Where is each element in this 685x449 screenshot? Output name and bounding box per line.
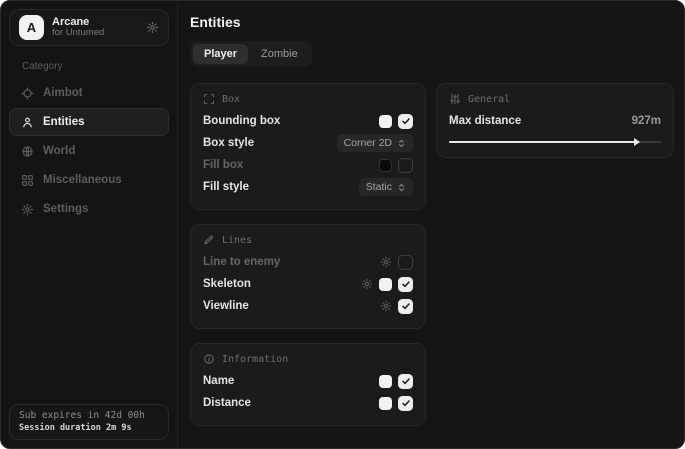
- tab-zombie[interactable]: Zombie: [250, 44, 309, 64]
- color-swatch[interactable]: [379, 375, 392, 388]
- row-settings-gear-icon[interactable]: [380, 256, 392, 268]
- subscription-info-card: Sub expires in 42d 00h Session duration …: [9, 404, 169, 440]
- session-duration-text: Session duration 2m 9s: [19, 423, 159, 433]
- setting-label: Name: [203, 375, 234, 387]
- section-title: Lines: [222, 235, 252, 246]
- general-section-card: General Max distance 927m: [436, 83, 674, 158]
- section-title: General: [468, 94, 510, 105]
- setting-label: Max distance: [449, 115, 521, 127]
- sidebar-item-world[interactable]: World: [9, 137, 169, 165]
- box-section-card: Box Bounding box Box style: [190, 83, 426, 210]
- settings-gear-icon[interactable]: [146, 21, 159, 34]
- sidebar-item-label: World: [43, 145, 75, 157]
- app-subtitle: for Untumed: [52, 28, 104, 39]
- setting-label: Box style: [203, 137, 254, 149]
- row-settings-gear-icon[interactable]: [361, 278, 373, 290]
- sidebar-item-miscellaneous[interactable]: Miscellaneous: [9, 166, 169, 194]
- setting-label: Fill style: [203, 181, 249, 193]
- color-swatch[interactable]: [379, 159, 392, 172]
- page-title: Entities: [190, 14, 674, 30]
- app-logo: A: [19, 15, 44, 40]
- slider-thumb[interactable]: [634, 138, 640, 146]
- checkbox-checked[interactable]: [398, 374, 413, 389]
- setting-label: Bounding box: [203, 115, 280, 127]
- chevrons-up-down-icon: [397, 139, 406, 148]
- section-title: Box: [222, 94, 240, 105]
- row-settings-gear-icon[interactable]: [380, 300, 392, 312]
- section-title: Information: [222, 354, 288, 365]
- setting-row-distance: Distance: [203, 392, 413, 414]
- sidebar-item-settings[interactable]: Settings: [9, 195, 169, 223]
- setting-row-bounding-box: Bounding box: [203, 110, 413, 132]
- sidebar-item-label: Settings: [43, 203, 88, 215]
- sidebar-nav: Aimbot Entities World: [9, 79, 169, 223]
- tab-bar: Player Zombie: [190, 41, 312, 67]
- sidebar-item-label: Aimbot: [43, 87, 83, 99]
- setting-row-max-distance: Max distance 927m: [449, 110, 661, 132]
- sidebar-item-entities[interactable]: Entities: [9, 108, 169, 136]
- sidebar-item-label: Entities: [43, 116, 85, 128]
- setting-row-fill-style: Fill style Static: [203, 176, 413, 198]
- checkbox-checked[interactable]: [398, 299, 413, 314]
- color-swatch[interactable]: [379, 278, 392, 291]
- sub-expiry-text: Sub expires in 42d 00h: [19, 410, 159, 421]
- setting-row-fill-box: Fill box: [203, 154, 413, 176]
- information-section-card: Information Name Distance: [190, 343, 426, 426]
- chevrons-up-down-icon: [397, 183, 406, 192]
- category-label: Category: [22, 61, 169, 72]
- lines-section-card: Lines Line to enemy Skeleton: [190, 224, 426, 329]
- tab-player[interactable]: Player: [193, 44, 248, 64]
- box-corners-icon: [203, 93, 215, 105]
- setting-label: Fill box: [203, 159, 243, 171]
- app-window: A Arcane for Untumed Category Ai: [0, 0, 685, 449]
- setting-label: Distance: [203, 397, 251, 409]
- setting-row-viewline: Viewline: [203, 295, 413, 317]
- setting-row-line-to-enemy: Line to enemy: [203, 251, 413, 273]
- globe-icon: [21, 145, 34, 158]
- setting-row-skeleton: Skeleton: [203, 273, 413, 295]
- checkbox-unchecked[interactable]: [398, 158, 413, 173]
- pencil-icon: [203, 234, 215, 246]
- setting-label: Skeleton: [203, 278, 251, 290]
- app-header-card: A Arcane for Untumed: [9, 9, 169, 46]
- color-swatch[interactable]: [379, 397, 392, 410]
- main-panel: Entities Player Zombie Box: [177, 1, 685, 448]
- sidebar-item-label: Miscellaneous: [43, 174, 122, 186]
- box-style-dropdown[interactable]: Corner 2D: [337, 134, 413, 152]
- dropdown-value: Static: [366, 181, 392, 193]
- color-swatch[interactable]: [379, 115, 392, 128]
- setting-row-name: Name: [203, 370, 413, 392]
- sliders-icon: [449, 93, 461, 105]
- crosshair-icon: [21, 87, 34, 100]
- grid-icon: [21, 174, 34, 187]
- checkbox-checked[interactable]: [398, 396, 413, 411]
- checkbox-unchecked[interactable]: [398, 255, 413, 270]
- sidebar-item-aimbot[interactable]: Aimbot: [9, 79, 169, 107]
- setting-label: Viewline: [203, 300, 249, 312]
- setting-row-box-style: Box style Corner 2D: [203, 132, 413, 154]
- checkbox-checked[interactable]: [398, 114, 413, 129]
- slider-fill: [449, 141, 636, 143]
- dropdown-value: Corner 2D: [344, 137, 392, 149]
- setting-label: Line to enemy: [203, 256, 280, 268]
- gear-icon: [21, 203, 34, 216]
- person-icon: [21, 116, 34, 129]
- fill-style-dropdown[interactable]: Static: [359, 178, 413, 196]
- sidebar: A Arcane for Untumed Category Ai: [1, 1, 177, 448]
- max-distance-value: 927m: [632, 115, 661, 127]
- max-distance-slider[interactable]: [449, 137, 661, 146]
- info-icon: [203, 353, 215, 365]
- checkbox-checked[interactable]: [398, 277, 413, 292]
